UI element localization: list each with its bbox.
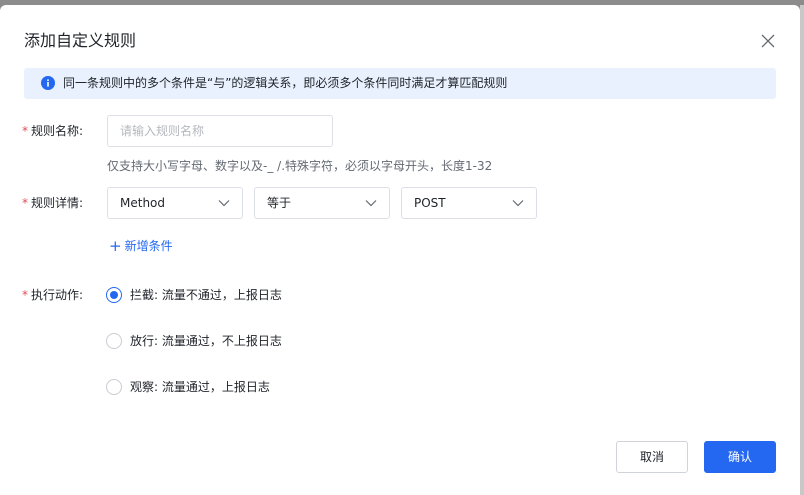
- chevron-down-icon: [365, 200, 377, 207]
- radio-button[interactable]: [106, 333, 122, 349]
- notice-text: 同一条规则中的多个条件是“与”的逻辑关系，即必须多个条件同时满足才算匹配规则: [63, 76, 508, 90]
- radio-observe[interactable]: 观察: 流量通过，上报日志: [106, 378, 270, 396]
- rule-detail-label: * 规则详情:: [22, 195, 83, 211]
- close-icon[interactable]: [759, 32, 777, 50]
- radio-label-allow: 放行: 流量通过，不上报日志: [130, 334, 282, 348]
- required-mark: *: [22, 196, 28, 210]
- operator-select-value: 等于: [267, 196, 292, 210]
- action-label-text: 执行动作:: [31, 288, 84, 302]
- rule-name-input[interactable]: [107, 115, 333, 147]
- info-notice: 同一条规则中的多个条件是“与”的逻辑关系，即必须多个条件同时满足才算匹配规则: [24, 68, 776, 99]
- add-condition-label: 新增条件: [124, 239, 173, 253]
- plus-icon: +: [109, 236, 122, 255]
- radio-allow[interactable]: 放行: 流量通过，不上报日志: [106, 332, 282, 350]
- radio-label-observe: 观察: 流量通过，上报日志: [130, 380, 270, 394]
- rule-name-hint: 仅支持大小写字母、数字以及-_ /.特殊字符，必须以字母开头，长度1-32: [107, 159, 493, 173]
- required-mark: *: [22, 288, 28, 302]
- value-select-value: POST: [414, 196, 446, 210]
- rule-name-label: * 规则名称:: [22, 123, 83, 139]
- scrollbar[interactable]: [800, 5, 804, 495]
- operator-select[interactable]: 等于: [254, 187, 390, 219]
- info-icon: [41, 76, 55, 90]
- dialog-title: 添加自定义规则: [24, 31, 137, 50]
- field-select[interactable]: Method: [107, 187, 243, 219]
- cancel-button[interactable]: 取消: [616, 441, 688, 473]
- action-label: * 执行动作:: [22, 287, 83, 303]
- value-select[interactable]: POST: [401, 187, 537, 219]
- chevron-down-icon: [512, 200, 524, 207]
- rule-name-label-text: 规则名称:: [31, 124, 84, 138]
- radio-block[interactable]: 拦截: 流量不通过，上报日志: [106, 286, 282, 304]
- radio-label-block: 拦截: 流量不通过，上报日志: [130, 288, 282, 302]
- add-custom-rule-dialog: 添加自定义规则 同一条规则中的多个条件是“与”的逻辑关系，即必须多个条件同时满足…: [0, 5, 800, 495]
- field-select-value: Method: [120, 196, 166, 210]
- radio-button-checked[interactable]: [106, 287, 122, 303]
- confirm-button[interactable]: 确认: [704, 441, 776, 473]
- add-condition-button[interactable]: + 新增条件: [109, 238, 173, 254]
- required-mark: *: [22, 124, 28, 138]
- radio-button[interactable]: [106, 379, 122, 395]
- chevron-down-icon: [218, 200, 230, 207]
- rule-detail-label-text: 规则详情:: [31, 196, 84, 210]
